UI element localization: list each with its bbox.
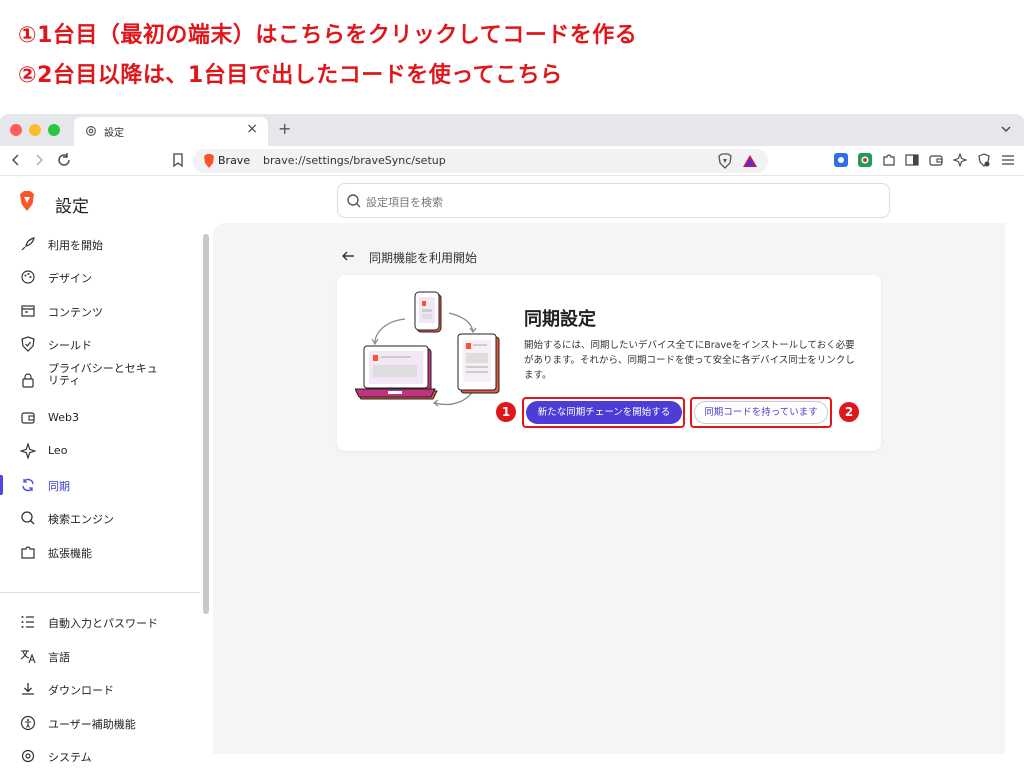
reload-icon[interactable] [56, 152, 72, 168]
sidebar-toggle-icon[interactable] [905, 153, 919, 167]
translate-icon [20, 650, 36, 664]
list-icon [21, 616, 34, 628]
section-title: 同期機能を利用開始 [369, 251, 478, 265]
rocket-icon [21, 237, 35, 251]
search-icon [21, 511, 35, 525]
sidebar-item-label: 言語 [48, 651, 70, 664]
sync-devices-illustration [355, 291, 500, 407]
step-marker-2: 2 [839, 402, 859, 422]
wallet-icon [21, 412, 35, 424]
address-bar[interactable]: Brave brave://settings/braveSync/setup [193, 149, 768, 173]
menu-icon[interactable] [1001, 153, 1015, 167]
palette-icon [21, 270, 35, 284]
sidebar-item-downloads[interactable]: ダウンロード [0, 673, 200, 705]
sidebar-item-label: 自動入力とパスワード [48, 617, 158, 630]
wallet-icon[interactable] [929, 153, 943, 167]
sidebar-divider [0, 592, 200, 593]
sidebar-item-extensions[interactable]: 拡張機能 [0, 536, 200, 568]
sidebar-item-accessibility[interactable]: ユーザー補助機能 [0, 707, 200, 739]
new-tab-button[interactable]: + [278, 119, 291, 138]
sidebar-item-languages[interactable]: 言語 [0, 640, 200, 672]
sync-setup-card: 同期設定 開始するには、同期したいデバイス全てにBraveをインストールしておく… [337, 275, 881, 451]
sync-icon [22, 478, 34, 492]
leo-sparkle-icon[interactable] [953, 153, 967, 167]
sidebar-item-label: Web3 [48, 411, 79, 424]
vpn-icon[interactable] [977, 153, 991, 167]
sidebar-item-search-engine[interactable]: 検索エンジン [0, 502, 200, 534]
annotation-line-1: ①1台目（最初の端末）はこちらをクリックしてコードを作る [18, 23, 638, 48]
lock-icon [22, 373, 34, 388]
brave-logo-icon [204, 154, 214, 168]
gear-icon [21, 749, 35, 763]
extension-green-icon[interactable] [858, 153, 872, 167]
card-description: 開始するには、同期したいデバイス全てにBraveをインストールしておく必要があり… [524, 340, 855, 381]
puzzle-icon [21, 546, 35, 559]
minimize-window-button[interactable] [29, 124, 41, 136]
sidebar-item-label: ユーザー補助機能 [48, 718, 136, 731]
annotation-line-2: ②2台目以降は、1台目で出したコードを使ってこちら [18, 63, 563, 88]
url-text[interactable]: brave://settings/braveSync/setup [263, 154, 446, 167]
step-marker-1: 1 [496, 402, 516, 422]
sidebar-item-label: Leo [48, 444, 68, 457]
sidebar-item-label: システム [48, 751, 92, 764]
gear-icon [86, 126, 96, 136]
forward-icon[interactable] [31, 152, 47, 168]
sidebar-item-appearance[interactable]: デザイン [0, 261, 200, 293]
bookmark-icon[interactable] [170, 152, 186, 168]
close-window-button[interactable] [10, 124, 22, 136]
tab-title: 設定 [104, 128, 124, 139]
brave-shields-icon[interactable] [718, 153, 732, 169]
toolbar: Brave brave://settings/braveSync/setup [0, 146, 1024, 176]
sidebar-item-shields[interactable]: シールド [0, 328, 200, 360]
brave-rewards-icon[interactable] [742, 154, 758, 168]
settings-page: 設定 設定項目を検索 利用を開始 デザイン コンテンツ シールド プライバシーと… [0, 176, 1024, 764]
page-title: 設定 [55, 197, 89, 217]
back-arrow-icon[interactable] [341, 249, 355, 263]
sidebar-item-label: 利用を開始 [48, 239, 103, 252]
main-content: 同期機能を利用開始 同期設定 開始するには、同期したいデバイス全てにBraveを… [213, 223, 1005, 754]
settings-sidebar: 利用を開始 デザイン コンテンツ シールド プライバシーとセキュリティ Web3 [0, 228, 213, 764]
sidebar-item-label: 拡張機能 [48, 547, 92, 560]
maximize-window-button[interactable] [48, 124, 60, 136]
sidebar-item-web3[interactable]: Web3 [0, 402, 200, 434]
sidebar-item-autofill[interactable]: 自動入力とパスワード [0, 606, 200, 638]
sidebar-item-leo[interactable]: Leo [0, 435, 200, 467]
search-icon [347, 194, 361, 208]
active-indicator [0, 475, 3, 495]
extension-blue-icon[interactable] [834, 153, 848, 167]
sidebar-item-label: シールド [48, 339, 92, 352]
sidebar-item-label: プライバシーとセキュリティ [48, 362, 158, 387]
extensions-puzzle-icon[interactable] [882, 153, 896, 167]
browser-window: 設定 × + Brave brave://settings/braveSync/… [0, 114, 1024, 764]
sidebar-item-label: 同期 [48, 480, 70, 493]
accessibility-icon [20, 715, 36, 731]
sidebar-item-sync[interactable]: 同期 [0, 469, 200, 501]
sidebar-item-label: コンテンツ [48, 306, 103, 319]
sidebar-item-label: デザイン [48, 272, 92, 285]
sidebar-item-label: ダウンロード [48, 684, 114, 697]
search-placeholder: 設定項目を検索 [366, 196, 443, 209]
sidebar-scrollbar[interactable] [203, 234, 209, 614]
sparkle-icon [20, 443, 36, 459]
back-icon[interactable] [8, 152, 24, 168]
download-icon [22, 683, 34, 695]
settings-search-input[interactable]: 設定項目を検索 [337, 183, 890, 218]
sidebar-item-content[interactable]: コンテンツ [0, 295, 200, 327]
chevron-down-icon[interactable] [1000, 123, 1012, 135]
tab-settings[interactable]: 設定 × [74, 117, 268, 146]
sidebar-item-privacy[interactable]: プライバシーとセキュリティ [0, 358, 200, 402]
have-sync-code-button[interactable]: 同期コードを持っています [694, 401, 828, 424]
start-new-sync-chain-button[interactable]: 新たな同期チェーンを開始する [526, 401, 682, 424]
shield-check-icon [21, 336, 35, 352]
sidebar-item-get-started[interactable]: 利用を開始 [0, 228, 200, 260]
sidebar-item-label: 検索エンジン [48, 513, 114, 526]
brave-logo-icon [20, 191, 34, 211]
tab-bar: 設定 × + [0, 114, 1024, 146]
sidebar-item-system[interactable]: システム [0, 740, 200, 772]
content-icon [21, 305, 35, 317]
omnibox-brand: Brave [218, 154, 251, 167]
card-title: 同期設定 [524, 309, 596, 330]
tab-close-button[interactable]: × [246, 121, 258, 137]
